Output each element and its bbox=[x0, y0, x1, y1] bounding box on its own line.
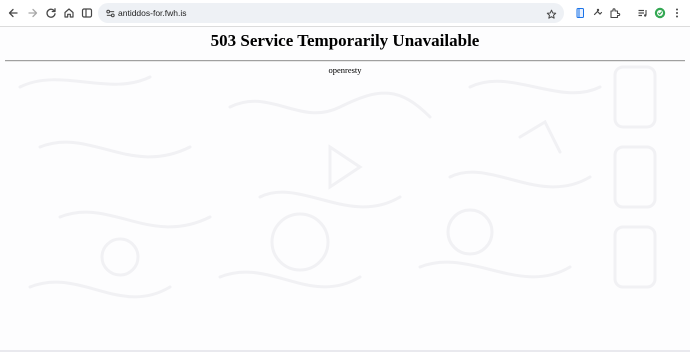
error-heading: 503 Service Temporarily Unavailable bbox=[210, 31, 480, 50]
forward-arrow-icon[interactable] bbox=[26, 6, 40, 20]
bookmark-star-icon[interactable] bbox=[546, 7, 558, 19]
extension-icon[interactable] bbox=[591, 6, 605, 20]
server-signature: openresty bbox=[328, 65, 362, 75]
home-icon[interactable] bbox=[62, 6, 76, 20]
url-text[interactable]: antiddos-for.fwh.is bbox=[118, 6, 187, 20]
address-bar[interactable]: antiddos-for.fwh.is bbox=[98, 3, 564, 23]
horizontal-rule bbox=[5, 60, 685, 62]
media-control-icon[interactable] bbox=[636, 6, 650, 20]
site-info-icon[interactable] bbox=[104, 7, 116, 19]
browser-toolbar: antiddos-for.fwh.is bbox=[0, 0, 690, 27]
reload-icon[interactable] bbox=[44, 6, 58, 20]
page-content: 503 Service Temporarily Unavailable open… bbox=[0, 27, 690, 352]
puzzle-icon[interactable] bbox=[608, 6, 622, 20]
menu-kebab-icon[interactable] bbox=[670, 6, 684, 20]
profile-avatar-icon[interactable] bbox=[653, 6, 667, 20]
reading-mode-icon[interactable] bbox=[573, 6, 587, 20]
tab-search-icon[interactable] bbox=[80, 6, 94, 20]
back-arrow-icon[interactable] bbox=[6, 6, 20, 20]
